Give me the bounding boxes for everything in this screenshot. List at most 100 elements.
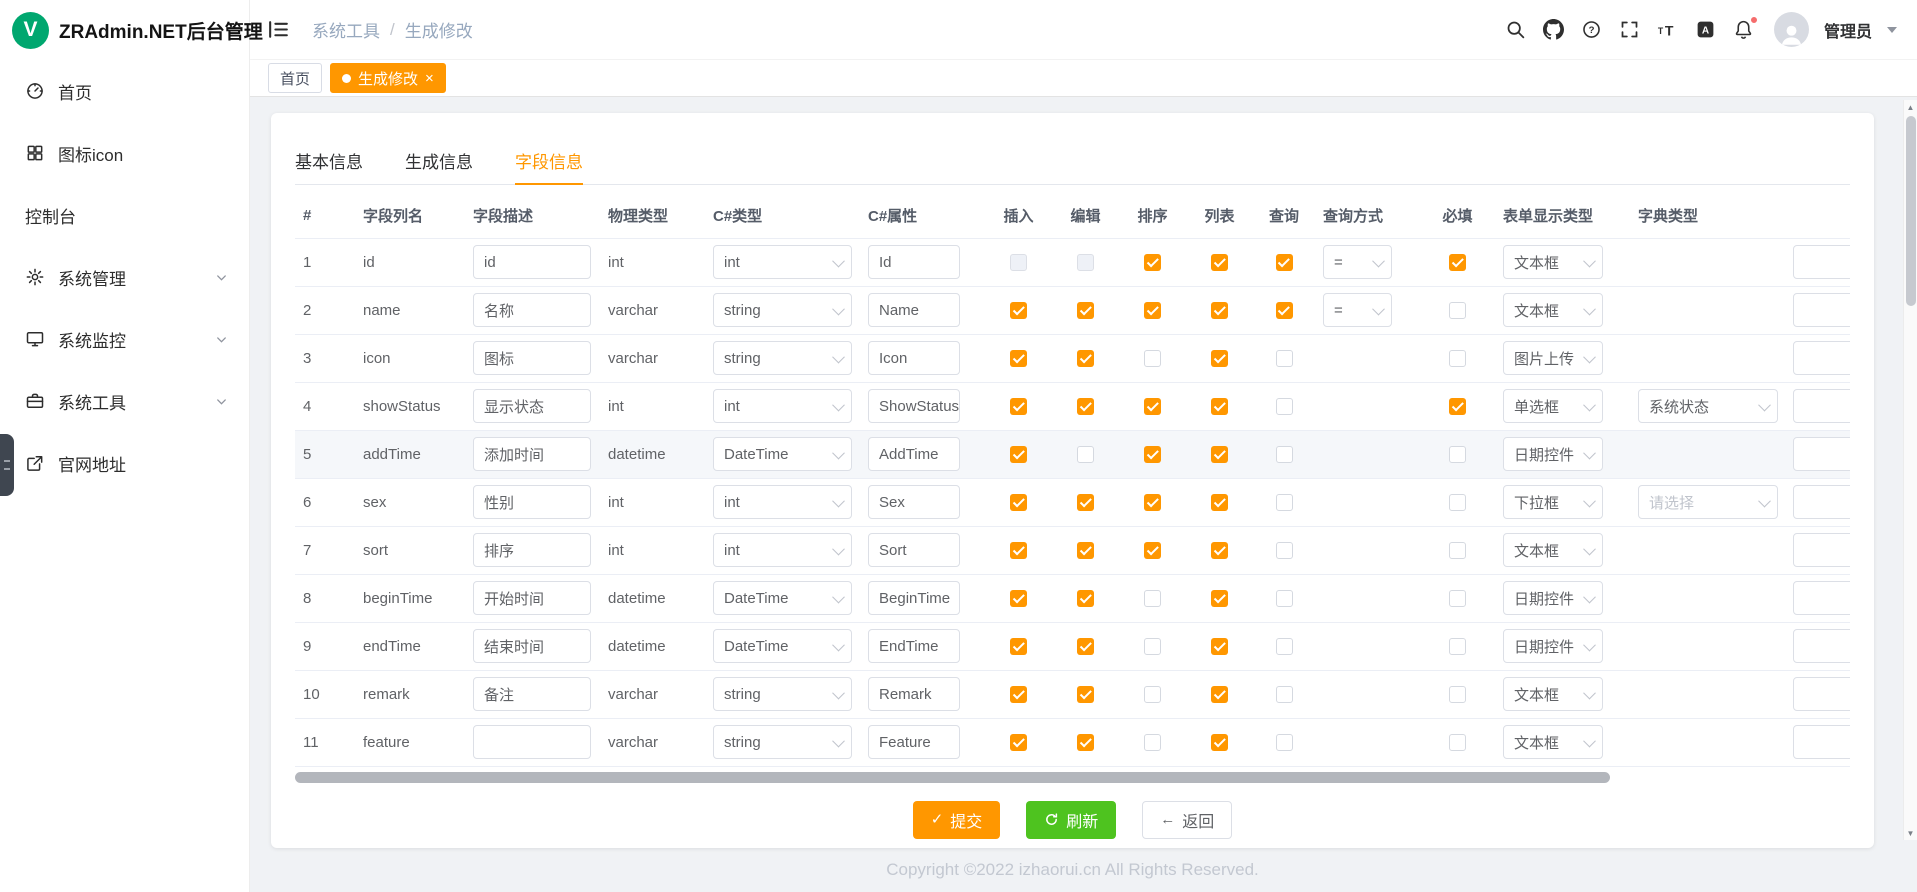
list-checkbox[interactable]	[1211, 542, 1228, 559]
sort-checkbox[interactable]	[1144, 446, 1161, 463]
language-icon[interactable]: A	[1694, 18, 1717, 41]
theme-drawer-handle[interactable]	[0, 434, 14, 496]
sort-checkbox[interactable]	[1144, 350, 1161, 367]
required-checkbox[interactable]	[1449, 254, 1466, 271]
list-checkbox[interactable]	[1211, 734, 1228, 751]
csharp-property-input[interactable]: Feature	[868, 725, 960, 759]
submit-button[interactable]: ✓ 提交	[913, 801, 1001, 839]
avatar[interactable]	[1774, 12, 1809, 47]
extra-field-input[interactable]	[1793, 629, 1850, 663]
extra-field-input[interactable]	[1793, 389, 1850, 423]
csharp-property-input[interactable]: Sort	[868, 533, 960, 567]
required-checkbox[interactable]	[1449, 446, 1466, 463]
scroll-up-arrow-icon[interactable]: ▲	[1904, 100, 1917, 114]
query-mode-select[interactable]: =	[1323, 245, 1392, 279]
insert-checkbox[interactable]	[1010, 638, 1027, 655]
display-type-select[interactable]: 日期控件	[1503, 437, 1603, 471]
column-desc-input[interactable]: 添加时间	[473, 437, 591, 471]
horizontal-scrollbar-thumb[interactable]	[295, 772, 1610, 783]
sidebar-item-system-tools[interactable]: 系统工具	[0, 370, 249, 432]
column-desc-input[interactable]: 图标	[473, 341, 591, 375]
dict-type-select[interactable]: 请选择	[1638, 485, 1778, 519]
required-checkbox[interactable]	[1449, 302, 1466, 319]
csharp-property-input[interactable]: Sex	[868, 485, 960, 519]
required-checkbox[interactable]	[1449, 734, 1466, 751]
csharp-type-select[interactable]: int	[713, 389, 852, 423]
sidebar-item-system-monitor[interactable]: 系统监控	[0, 308, 249, 370]
edit-checkbox[interactable]	[1077, 446, 1094, 463]
csharp-type-select[interactable]: int	[713, 533, 852, 567]
insert-checkbox[interactable]	[1010, 734, 1027, 751]
caret-down-icon[interactable]	[1887, 27, 1897, 33]
tab-1[interactable]: 生成信息	[405, 137, 473, 184]
user-name[interactable]: 管理员	[1824, 18, 1872, 42]
sidebar-collapse-icon[interactable]	[266, 17, 292, 43]
list-checkbox[interactable]	[1211, 686, 1228, 703]
extra-field-input[interactable]	[1793, 437, 1850, 471]
column-desc-input[interactable]: 开始时间	[473, 581, 591, 615]
query-checkbox[interactable]	[1276, 350, 1293, 367]
extra-field-input[interactable]	[1793, 293, 1850, 327]
list-checkbox[interactable]	[1211, 254, 1228, 271]
edit-checkbox[interactable]	[1077, 398, 1094, 415]
vertical-scrollbar[interactable]: ▲ ▼	[1903, 100, 1917, 840]
help-icon[interactable]: ?	[1580, 18, 1603, 41]
csharp-type-select[interactable]: string	[713, 293, 852, 327]
dict-type-select[interactable]: 系统状态	[1638, 389, 1778, 423]
display-type-select[interactable]: 文本框	[1503, 293, 1603, 327]
insert-checkbox[interactable]	[1010, 590, 1027, 607]
sort-checkbox[interactable]	[1144, 254, 1161, 271]
insert-checkbox[interactable]	[1010, 254, 1027, 271]
sidebar-item-official-site[interactable]: 官网地址	[0, 432, 249, 494]
csharp-type-select[interactable]: string	[713, 341, 852, 375]
extra-field-input[interactable]	[1793, 725, 1850, 759]
column-desc-input[interactable]: 显示状态	[473, 389, 591, 423]
query-checkbox[interactable]	[1276, 638, 1293, 655]
vertical-scrollbar-thumb[interactable]	[1906, 116, 1916, 306]
breadcrumb-parent[interactable]: 系统工具	[312, 17, 380, 42]
csharp-property-input[interactable]: Icon	[868, 341, 960, 375]
list-checkbox[interactable]	[1211, 494, 1228, 511]
extra-field-input[interactable]	[1793, 533, 1850, 567]
display-type-select[interactable]: 文本框	[1503, 533, 1603, 567]
display-type-select[interactable]: 图片上传	[1503, 341, 1603, 375]
font-size-icon[interactable]: TT	[1656, 18, 1679, 41]
column-desc-input[interactable]: 排序	[473, 533, 591, 567]
sidebar-item-home[interactable]: 首页	[0, 60, 249, 122]
column-desc-input[interactable]: 名称	[473, 293, 591, 327]
csharp-type-select[interactable]: DateTime	[713, 629, 852, 663]
required-checkbox[interactable]	[1449, 638, 1466, 655]
scroll-down-arrow-icon[interactable]: ▼	[1904, 826, 1917, 840]
edit-checkbox[interactable]	[1077, 638, 1094, 655]
column-desc-input[interactable]: 备注	[473, 677, 591, 711]
insert-checkbox[interactable]	[1010, 446, 1027, 463]
insert-checkbox[interactable]	[1010, 302, 1027, 319]
sort-checkbox[interactable]	[1144, 686, 1161, 703]
query-mode-select[interactable]: =	[1323, 293, 1392, 327]
csharp-property-input[interactable]: AddTime	[868, 437, 960, 471]
display-type-select[interactable]: 文本框	[1503, 677, 1603, 711]
edit-checkbox[interactable]	[1077, 350, 1094, 367]
edit-checkbox[interactable]	[1077, 686, 1094, 703]
insert-checkbox[interactable]	[1010, 494, 1027, 511]
required-checkbox[interactable]	[1449, 494, 1466, 511]
search-icon[interactable]	[1504, 18, 1527, 41]
required-checkbox[interactable]	[1449, 398, 1466, 415]
edit-checkbox[interactable]	[1077, 542, 1094, 559]
extra-field-input[interactable]	[1793, 245, 1850, 279]
csharp-property-input[interactable]: Id	[868, 245, 960, 279]
list-checkbox[interactable]	[1211, 638, 1228, 655]
tag-active[interactable]: 生成修改×	[330, 63, 446, 93]
display-type-select[interactable]: 文本框	[1503, 725, 1603, 759]
insert-checkbox[interactable]	[1010, 350, 1027, 367]
csharp-type-select[interactable]: DateTime	[713, 437, 852, 471]
column-desc-input[interactable]: id	[473, 245, 591, 279]
display-type-select[interactable]: 单选框	[1503, 389, 1603, 423]
csharp-property-input[interactable]: EndTime	[868, 629, 960, 663]
sort-checkbox[interactable]	[1144, 398, 1161, 415]
column-desc-input[interactable]: 性别	[473, 485, 591, 519]
sidebar-item-icons[interactable]: 图标icon	[0, 122, 249, 184]
required-checkbox[interactable]	[1449, 686, 1466, 703]
csharp-property-input[interactable]: Name	[868, 293, 960, 327]
query-checkbox[interactable]	[1276, 446, 1293, 463]
